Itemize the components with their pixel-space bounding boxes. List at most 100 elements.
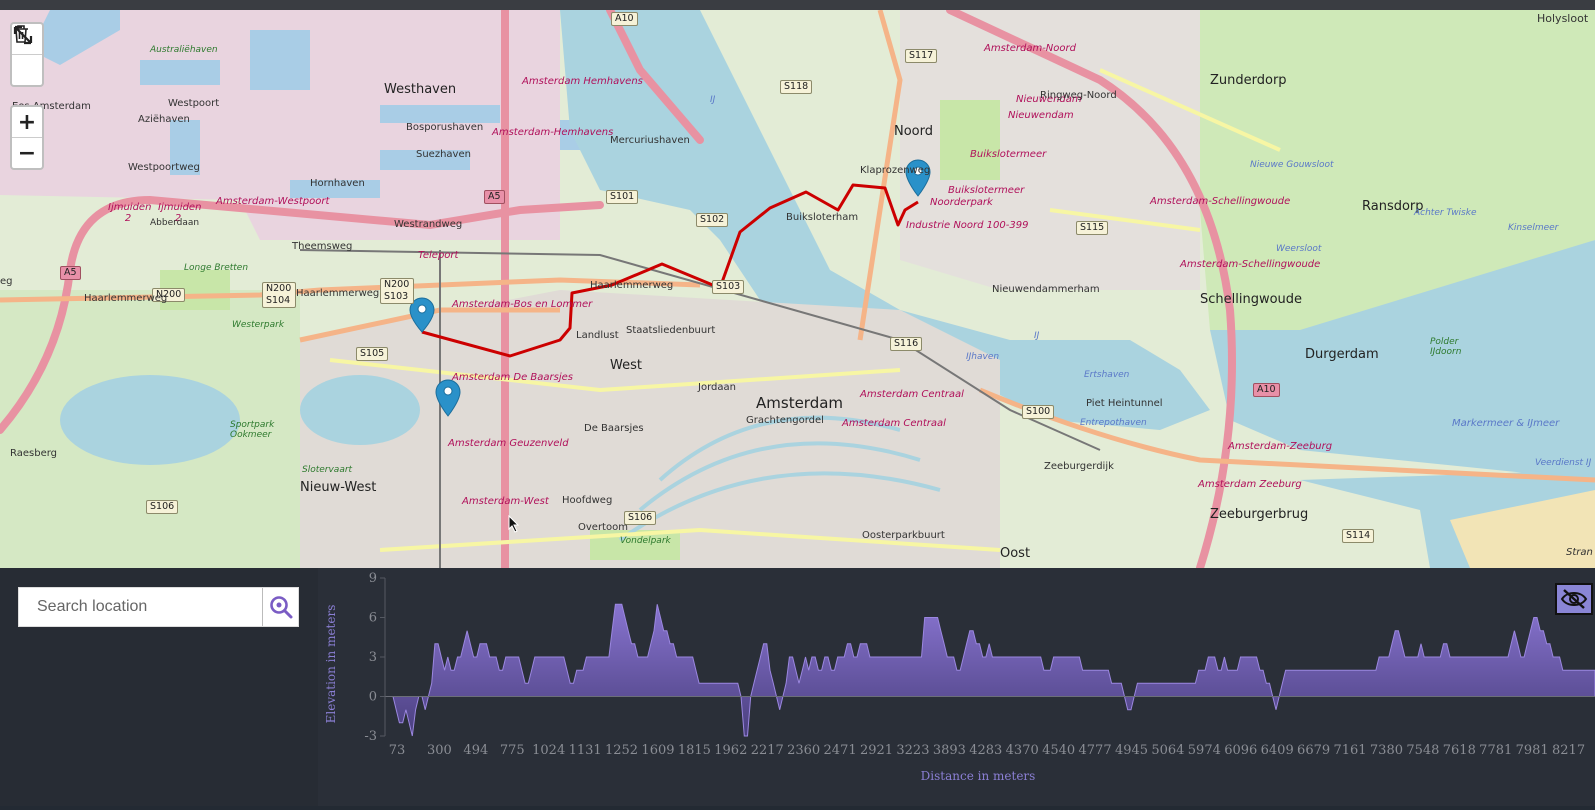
station-label: Amsterdam Geuzenveld xyxy=(448,438,569,449)
area-label: De Baarsjes xyxy=(584,423,644,434)
x-tick-label: 4777 xyxy=(1079,743,1112,758)
place-label: Zunderdorp xyxy=(1210,73,1287,88)
place-label: West xyxy=(610,358,642,373)
x-tick-label: 6096 xyxy=(1224,743,1257,758)
water-label: IJ xyxy=(1034,331,1040,341)
y-axis-label: Elevation in meters xyxy=(324,605,338,724)
water-label: Entrepothaven xyxy=(1080,418,1147,428)
x-tick-label: 7781 xyxy=(1479,743,1512,758)
road-shield: S114 xyxy=(1342,529,1375,543)
water-label: Markermeer & IJmeer xyxy=(1452,418,1560,429)
x-tick-label: 1962 xyxy=(714,743,747,758)
station-label: Amsterdam Zeeburg xyxy=(1198,479,1302,490)
station-label: Amsterdam-Hemhavens xyxy=(492,127,614,138)
area-label: Staatsliedenbuurt xyxy=(626,325,716,336)
area-label: Grachtengordel xyxy=(746,415,824,426)
x-tick-label: 73 xyxy=(389,743,406,758)
station-label: Industrie Noord 100-399 xyxy=(906,220,1029,231)
road-shield: S116 xyxy=(890,337,923,351)
y-tick-label: 0 xyxy=(369,690,377,705)
x-tick-label: 6679 xyxy=(1297,743,1330,758)
station-label: Amsterdam Hemhavens xyxy=(522,76,643,87)
search-panel xyxy=(0,568,318,806)
water-label: Kinselmeer xyxy=(1508,223,1559,233)
place-label: Raesberg xyxy=(10,448,58,459)
water-label: Weersloot xyxy=(1276,244,1322,254)
x-tick-label: 7161 xyxy=(1333,743,1366,758)
station-label: Amsterdam Centraal xyxy=(842,418,946,429)
road-shield: N200 S103 xyxy=(380,278,414,304)
road-shield: S106 xyxy=(624,511,657,525)
x-tick-label: 3893 xyxy=(933,743,966,758)
elevation-area xyxy=(392,603,1595,737)
area-label: Sportpark Ookmeer xyxy=(230,420,275,440)
x-tick-label: 7380 xyxy=(1370,743,1403,758)
area-label: Hornhaven xyxy=(310,178,365,189)
station-label: Amsterdam-Noord xyxy=(984,43,1076,54)
place-label: Noord xyxy=(894,124,933,139)
road-shield: S101 xyxy=(606,190,639,204)
station-label: Nieuwendam xyxy=(1008,110,1074,121)
station-label: Buikslotermeer xyxy=(948,185,1025,196)
water-label: Veerdienst IJ xyxy=(1535,458,1592,468)
area-label: Westerpark xyxy=(232,320,285,330)
station-label: Amsterdam De Baarsjes xyxy=(452,372,573,383)
area-label: Bosporushaven xyxy=(406,122,484,133)
street-label: Klaprozenweg xyxy=(860,165,931,176)
place-label: Nieuw-West xyxy=(300,480,377,495)
station-label: Amsterdam-Schellingwoude xyxy=(1150,196,1291,207)
search-button[interactable] xyxy=(262,588,298,626)
area-label: Nieuwendammerham xyxy=(992,284,1100,295)
edge-label: Abberdaan xyxy=(150,218,200,228)
road-shield: A5 xyxy=(484,190,505,204)
trash-icon[interactable] xyxy=(12,25,42,85)
area-label: Vondelpark xyxy=(620,536,671,546)
eye-off-icon xyxy=(1560,589,1588,609)
y-tick-label: 9 xyxy=(369,571,377,586)
x-tick-label: 6409 xyxy=(1261,743,1294,758)
water-label: Ertshaven xyxy=(1084,370,1130,380)
x-tick-label: 7618 xyxy=(1443,743,1476,758)
map-view[interactable]: Amsterdam Noord West Nieuw-West Oost Wes… xyxy=(0,10,1595,568)
road-shield: S103 xyxy=(712,280,745,294)
zoom-in-button[interactable]: + xyxy=(12,107,42,137)
x-tick-label: 4283 xyxy=(969,743,1002,758)
zoom-out-button[interactable]: − xyxy=(12,137,42,168)
water-label: IJ xyxy=(710,95,716,105)
street-label: Zeeburgerdijk xyxy=(1044,461,1114,472)
x-tick-label: 494 xyxy=(463,743,488,758)
station-label: Amsterdam Centraal xyxy=(860,389,964,400)
x-tick-label: 5064 xyxy=(1151,743,1184,758)
x-tick-label: 1252 xyxy=(605,743,638,758)
y-tick-label: -3 xyxy=(364,729,377,744)
zoom-control: + − xyxy=(10,105,44,170)
street-label: Haarlemmerweg xyxy=(296,288,380,299)
street-label: Westpoortweg xyxy=(128,162,200,173)
street-label: Theemsweg xyxy=(292,241,353,252)
station-label: Amsterdam-Schellingwoude xyxy=(1180,259,1321,270)
area-label: Australiëhaven xyxy=(150,45,218,55)
area-label: Longe Bretten xyxy=(184,263,249,273)
x-tick-label: 2360 xyxy=(787,743,820,758)
top-bar xyxy=(0,0,1595,10)
x-tick-label: 1024 xyxy=(532,743,565,758)
area-label: Suezhaven xyxy=(416,149,471,160)
street-label: Ringweg-Noord xyxy=(1040,90,1117,101)
x-tick-label: 4945 xyxy=(1115,743,1148,758)
place-label: Westhaven xyxy=(384,82,457,97)
x-tick-label: 4540 xyxy=(1042,743,1075,758)
road-shield: S118 xyxy=(780,80,813,94)
place-label: Oost xyxy=(1000,546,1031,561)
street-label: Hoofdweg xyxy=(562,495,613,506)
search-icon xyxy=(269,596,292,619)
x-tick-label: 2217 xyxy=(751,743,784,758)
x-tick-label: 1131 xyxy=(569,743,602,758)
street-label: Haarlemmerweg xyxy=(590,280,674,291)
y-tick-label: 6 xyxy=(369,611,377,626)
mouse-cursor-icon xyxy=(508,515,520,533)
x-tick-label: 1609 xyxy=(641,743,674,758)
road-shield: S106 xyxy=(146,500,179,514)
search-input[interactable] xyxy=(19,588,262,626)
area-label: Buiksloterham xyxy=(786,212,859,223)
hide-chart-button[interactable] xyxy=(1555,583,1593,615)
